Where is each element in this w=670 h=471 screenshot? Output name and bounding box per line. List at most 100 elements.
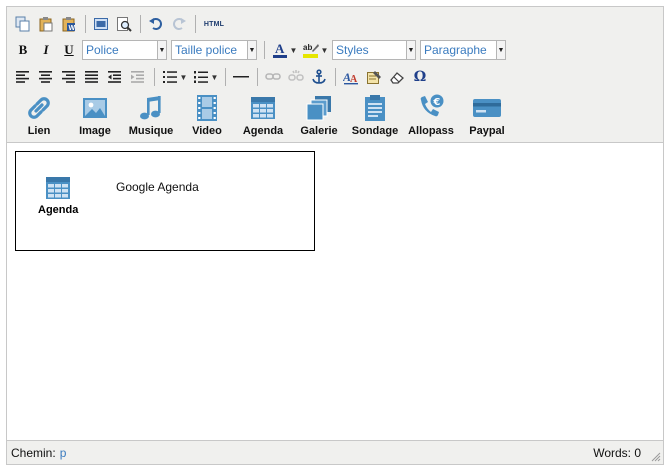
- calendar-icon: [251, 97, 275, 119]
- media-button-agenda[interactable]: Agenda: [235, 93, 291, 141]
- resize-handle-icon[interactable]: [650, 451, 661, 462]
- chain-link-icon: [265, 73, 281, 80]
- insert-link-button[interactable]: [263, 67, 283, 87]
- rich-text-editor: W HTML B I U Police ▼ Taille police ▼ A …: [6, 6, 664, 465]
- chevron-down-icon[interactable]: ▼: [211, 67, 219, 87]
- bold-icon: B: [18, 42, 28, 57]
- edit-attributes-icon: [367, 71, 381, 84]
- undo-button[interactable]: [146, 14, 166, 34]
- preview-button[interactable]: [114, 14, 134, 34]
- bullet-list-button[interactable]: ▼: [160, 67, 187, 87]
- chevron-down-icon[interactable]: ▼: [180, 67, 188, 87]
- justify-button[interactable]: [82, 67, 102, 87]
- toolbar-row-3: ▼ ▼ AA Ω: [7, 64, 663, 90]
- copy-icon: [15, 16, 30, 32]
- align-center-button[interactable]: [36, 67, 56, 87]
- link-icon: [28, 97, 50, 119]
- redo-button[interactable]: [169, 14, 189, 34]
- status-bar: Chemin: p Words: 0: [7, 442, 663, 464]
- svg-text:W: W: [69, 25, 76, 32]
- indent-icon: [131, 71, 144, 83]
- svg-text:€: €: [432, 97, 440, 108]
- unlink-button[interactable]: [286, 67, 306, 87]
- media-button-image[interactable]: Image: [67, 93, 123, 141]
- edit-attributes-button[interactable]: [364, 67, 384, 87]
- justify-icon: [85, 71, 98, 83]
- indent-button[interactable]: [128, 67, 148, 87]
- clean-up-button[interactable]: [387, 67, 407, 87]
- copy-button[interactable]: [13, 14, 33, 34]
- horizontal-rule-button[interactable]: [231, 67, 251, 87]
- toolbar-row-1: W HTML: [7, 11, 663, 37]
- text-color-letter: A: [275, 41, 285, 56]
- select-all-button[interactable]: [91, 14, 111, 34]
- calendar-icon: [46, 177, 71, 199]
- toolbar-row-2: B I U Police ▼ Taille police ▼ A ▼ ab ▼ …: [7, 37, 663, 63]
- text-color-icon: A: [270, 40, 290, 60]
- highlight-letters: ab: [303, 43, 312, 52]
- media-button-sondage[interactable]: Sondage: [347, 93, 403, 141]
- media-button-musique[interactable]: Musique: [123, 93, 179, 141]
- editor-content-area[interactable]: Agenda Google Agenda: [7, 142, 663, 441]
- chevron-down-icon: ▼: [157, 41, 166, 59]
- styles-value: Styles: [336, 43, 369, 57]
- path-element-link[interactable]: p: [60, 446, 67, 460]
- anchor-icon: [312, 69, 326, 84]
- bullet-list-icon: [160, 67, 180, 87]
- chevron-down-icon[interactable]: ▼: [321, 40, 329, 60]
- bold-button[interactable]: B: [13, 40, 33, 60]
- toolbar-separator: [257, 68, 258, 86]
- chevron-down-icon: ▼: [247, 41, 256, 59]
- format-value: Paragraphe: [424, 43, 487, 57]
- toolbar-separator: [264, 41, 265, 59]
- media-button-label: Galerie: [300, 125, 338, 137]
- media-button-allopass[interactable]: € Allopass: [403, 93, 459, 141]
- chevron-down-icon: ▼: [406, 41, 415, 59]
- align-left-icon: [16, 71, 29, 83]
- video-icon: [197, 95, 217, 121]
- font-size-select[interactable]: Taille police ▼: [171, 40, 257, 60]
- paste-word-button[interactable]: W: [59, 14, 79, 34]
- widget-icon-label: Agenda: [38, 204, 79, 216]
- outdent-button[interactable]: [105, 67, 125, 87]
- anchor-button[interactable]: [309, 67, 329, 87]
- numbered-list-icon: [191, 67, 211, 87]
- underline-button[interactable]: U: [59, 40, 79, 60]
- styleprops-button[interactable]: AA: [341, 67, 361, 87]
- widget-icon-block: Agenda: [38, 176, 78, 216]
- paste-button[interactable]: [36, 14, 56, 34]
- media-button-label: Musique: [128, 125, 174, 137]
- align-center-icon: [39, 71, 52, 83]
- toolbar-separator: [195, 15, 196, 33]
- highlight-color-button[interactable]: ab ▼: [301, 40, 328, 60]
- chevron-down-icon[interactable]: ▼: [290, 40, 298, 60]
- align-right-button[interactable]: [59, 67, 79, 87]
- media-button-galerie[interactable]: Galerie: [291, 93, 347, 141]
- credit-card-icon: [473, 99, 501, 117]
- eraser-icon: [390, 72, 404, 84]
- italic-icon: I: [43, 42, 49, 57]
- media-button-lien[interactable]: Lien: [11, 93, 67, 141]
- clipboard-icon: [365, 95, 385, 121]
- media-button-label: Sondage: [351, 125, 399, 137]
- align-right-icon: [62, 71, 75, 83]
- special-char-button[interactable]: Ω: [410, 67, 430, 87]
- media-button-video[interactable]: Video: [179, 93, 235, 141]
- align-left-button[interactable]: [13, 67, 33, 87]
- media-button-label: Lien: [27, 125, 51, 137]
- select-all-icon: [94, 18, 108, 30]
- media-button-paypal[interactable]: Paypal: [459, 93, 515, 141]
- styles-select[interactable]: Styles ▼: [332, 40, 416, 60]
- gallery-icon: [306, 96, 331, 121]
- undo-icon: [149, 18, 162, 30]
- text-color-button[interactable]: A ▼: [270, 40, 297, 60]
- html-label: HTML: [203, 20, 225, 28]
- font-family-select[interactable]: Police ▼: [82, 40, 167, 60]
- numbered-list-button[interactable]: ▼: [191, 67, 218, 87]
- unlink-icon: [288, 70, 304, 81]
- format-select[interactable]: Paragraphe ▼: [420, 40, 506, 60]
- image-icon: [83, 98, 107, 118]
- italic-button[interactable]: I: [36, 40, 56, 60]
- agenda-widget[interactable]: Agenda Google Agenda: [15, 151, 315, 251]
- html-source-button[interactable]: HTML: [201, 14, 227, 34]
